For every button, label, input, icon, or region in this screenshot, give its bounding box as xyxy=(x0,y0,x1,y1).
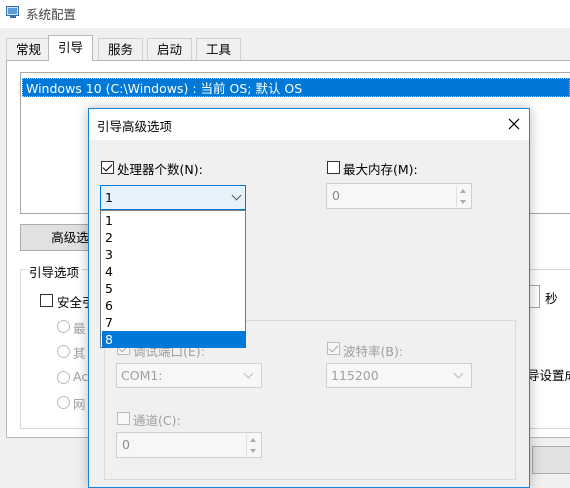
baud-rate-label: 波特率(B): xyxy=(343,344,404,359)
spin-down-icon xyxy=(250,449,256,453)
num-processors-checkbox[interactable] xyxy=(101,161,114,174)
dropdown-option[interactable]: 2 xyxy=(102,229,246,246)
debug-port-value: COM1: xyxy=(121,368,163,383)
bottom-button[interactable] xyxy=(532,446,570,474)
title-bar xyxy=(0,0,570,28)
baud-rate-checkbox[interactable] xyxy=(327,342,340,355)
radio-network-label: 网 xyxy=(73,397,86,412)
spin-up-icon xyxy=(250,438,256,442)
num-processors-label: 处理器个数(N): xyxy=(117,162,203,177)
tab-tools[interactable]: 工具 xyxy=(196,38,242,60)
debug-port-select[interactable]: COM1: xyxy=(116,363,262,388)
channel-value: 0 xyxy=(122,437,130,452)
chevron-down-icon xyxy=(453,368,464,379)
window-title: 系统配置 xyxy=(26,7,77,22)
tab-general[interactable]: 常规 xyxy=(6,38,52,60)
dialog-title: 引导高级选项 xyxy=(97,119,173,134)
dropdown-option[interactable]: 5 xyxy=(102,280,246,297)
channel-checkbox[interactable] xyxy=(117,412,130,425)
tab-startup[interactable]: 启动 xyxy=(147,38,193,60)
close-icon[interactable] xyxy=(500,110,528,138)
max-memory-spinbox[interactable]: 0 xyxy=(326,183,472,209)
timeout-unit-label: 秒 xyxy=(545,291,558,306)
radio-minimal-label: 最 xyxy=(73,321,86,336)
radio-network[interactable] xyxy=(57,396,70,409)
channel-label: 通道(C): xyxy=(133,413,181,428)
dropdown-option[interactable]: 1 xyxy=(102,212,246,229)
num-processors-value: 1 xyxy=(105,190,113,205)
radio-alternate-shell[interactable] xyxy=(57,345,70,358)
num-processors-dropdown: 1 2 3 4 5 6 7 8 xyxy=(100,210,246,348)
radio-active-directory[interactable] xyxy=(57,371,70,384)
spin-up-icon xyxy=(460,189,466,193)
channel-spinbox[interactable]: 0 xyxy=(116,432,262,458)
radio-active-directory-label: Ac xyxy=(73,369,89,384)
max-memory-label: 最大内存(M): xyxy=(343,162,418,177)
boot-entry-item[interactable]: Windows 10 (C:\Windows) : 当前 OS; 默认 OS xyxy=(22,78,570,97)
dropdown-option[interactable]: 3 xyxy=(102,246,246,263)
max-memory-value: 0 xyxy=(332,188,340,203)
radio-minimal[interactable] xyxy=(57,320,70,333)
spin-down-icon xyxy=(460,200,466,204)
dropdown-option[interactable]: 7 xyxy=(102,314,246,331)
safe-boot-checkbox[interactable] xyxy=(40,294,53,307)
baud-rate-value: 115200 xyxy=(331,368,379,383)
dropdown-option-highlighted[interactable]: 8 xyxy=(102,331,246,348)
chevron-down-icon xyxy=(231,190,242,201)
dropdown-option[interactable]: 4 xyxy=(102,263,246,280)
make-permanent-label: 导设置成 xyxy=(527,368,570,383)
max-memory-spin-buttons[interactable] xyxy=(456,186,469,207)
max-memory-checkbox[interactable] xyxy=(327,161,340,174)
boot-options-legend: 引导选项 xyxy=(26,262,83,281)
system-config-icon xyxy=(6,6,19,18)
tab-boot[interactable]: 引导 xyxy=(48,35,94,61)
chevron-down-icon xyxy=(243,368,254,379)
radio-alternate-shell-label: 其 xyxy=(73,346,86,361)
tab-services[interactable]: 服务 xyxy=(98,38,144,60)
baud-rate-select[interactable]: 115200 xyxy=(326,363,472,388)
num-processors-select[interactable]: 1 xyxy=(100,185,246,210)
channel-spin-buttons[interactable] xyxy=(246,435,259,456)
dropdown-option[interactable]: 6 xyxy=(102,297,246,314)
